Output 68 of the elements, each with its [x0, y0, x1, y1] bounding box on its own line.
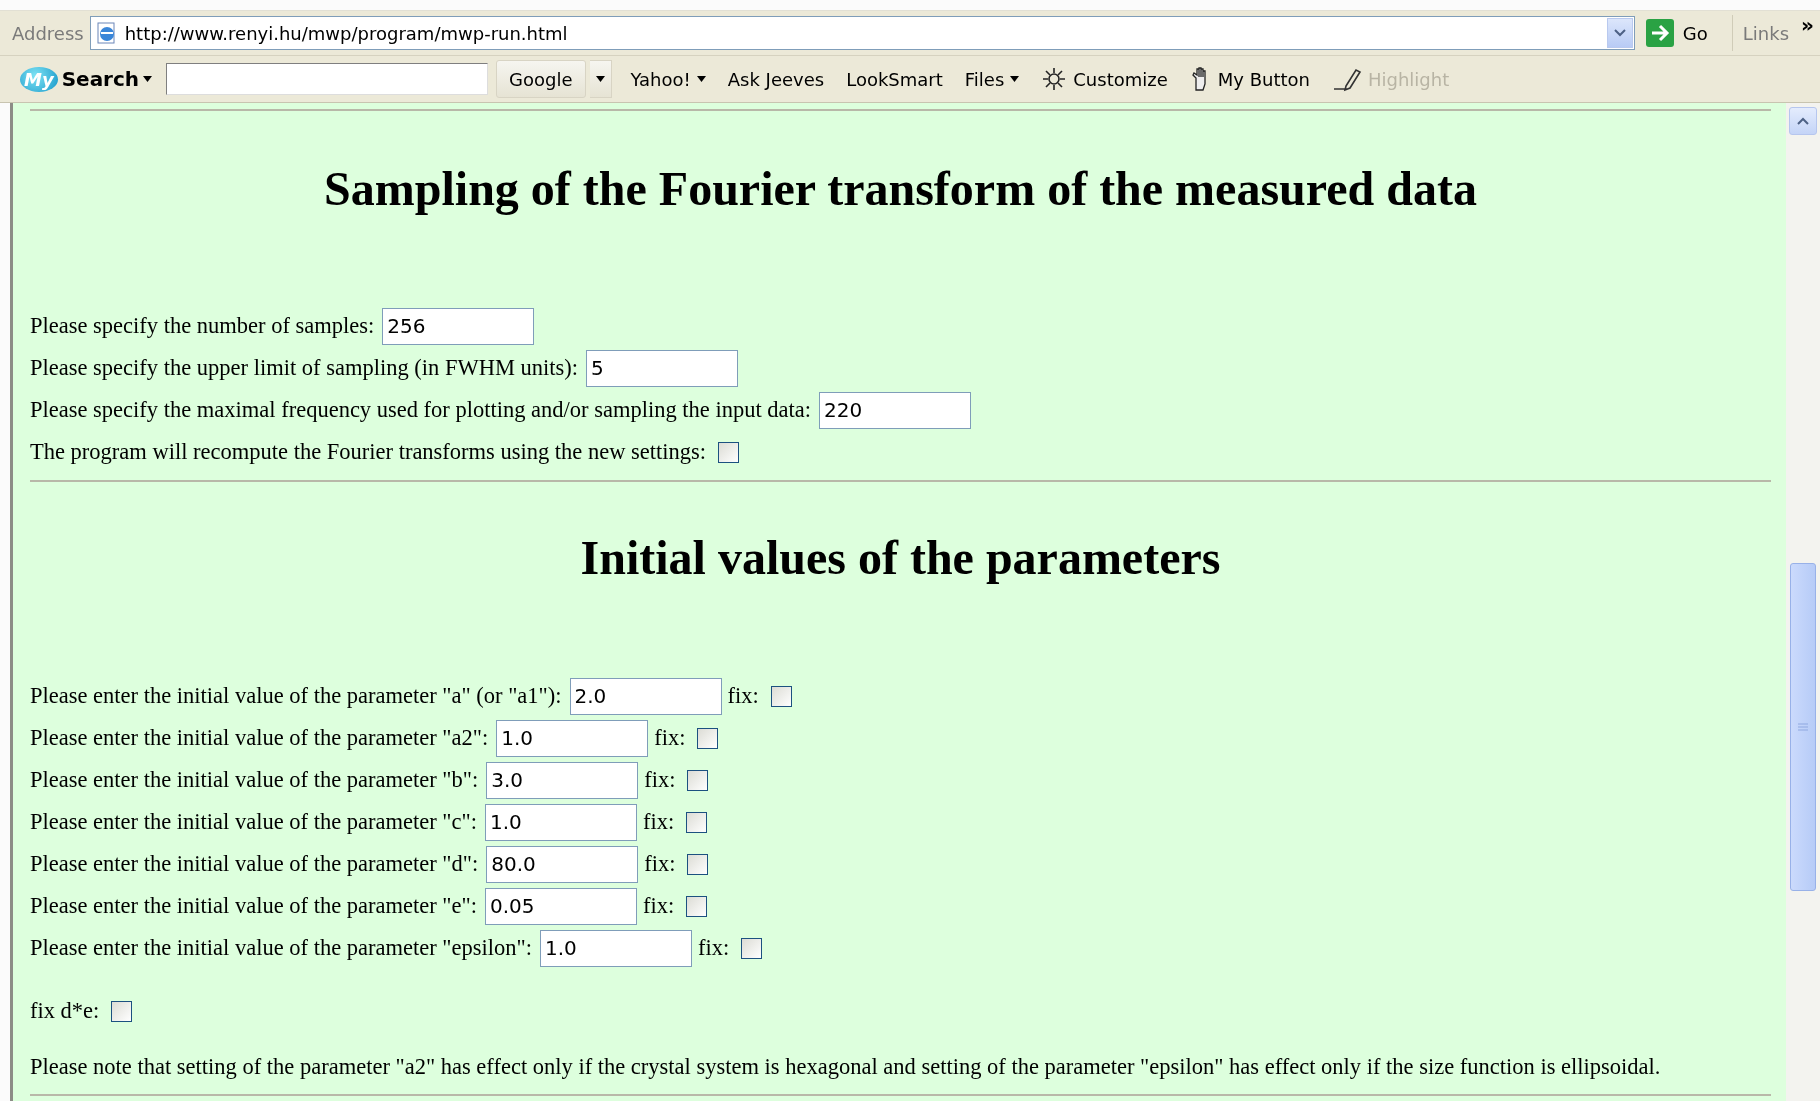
- arrow-right-icon: [1644, 18, 1675, 48]
- field-label: Please enter the initial value of the parameter "a" (or "a1"):: [30, 683, 562, 709]
- scroll-up-button[interactable]: [1789, 107, 1817, 135]
- field-label: Please specify the maximal frequency used for plotting and/or sampling the input data:: [30, 397, 812, 423]
- links-button[interactable]: Links: [1731, 15, 1796, 51]
- field-label: Please specify the number of samples:: [30, 313, 375, 339]
- input-field[interactable]: 0.05: [484, 887, 637, 925]
- search-brand-button[interactable]: My Search: [20, 66, 159, 92]
- field-label: Please enter the initial value of the parameter "b":: [30, 767, 479, 793]
- fix-checkbox[interactable]: [686, 895, 708, 917]
- url-text: http://www.renyi.hu/mwp/program/mwp-run.html: [124, 22, 569, 44]
- fix-label: fix:: [644, 767, 676, 793]
- fix-label: fix:: [697, 935, 730, 961]
- fix-checkbox[interactable]: [111, 1000, 133, 1022]
- input-field[interactable]: 220: [819, 391, 972, 429]
- field-label: Please enter the initial value of the parameter "e":: [30, 893, 477, 919]
- section-heading: Sampling of the Fourier transform of the measured data: [323, 161, 1478, 217]
- fix-checkbox[interactable]: [741, 937, 763, 959]
- fix-label: fix:: [642, 893, 675, 919]
- input-field[interactable]: 2.0: [569, 677, 722, 715]
- fix-label: fix:: [642, 809, 675, 835]
- input-field[interactable]: 1.0: [496, 719, 649, 757]
- gear-icon: [1041, 66, 1068, 92]
- chevron-up-icon: [1797, 117, 1809, 125]
- toolbar-button[interactable]: Customize: [1032, 60, 1177, 98]
- field-label: Please enter the initial value of the parameter "a2":: [30, 725, 489, 751]
- toolbar-menu-button[interactable]: Yahoo!: [621, 60, 715, 98]
- address-label: Address: [12, 22, 84, 44]
- note-text: Please note that setting of the parameter "a2" has effect only if the crystal system is hexagonal and setting of the parameter "epsilon" has effect only if the size function is ellipsoidal.: [30, 1054, 1661, 1080]
- caret-icon: [1010, 76, 1020, 82]
- input-field[interactable]: 1.0: [484, 803, 637, 841]
- fix-checkbox[interactable]: [687, 853, 709, 875]
- input-field[interactable]: 5: [586, 349, 739, 387]
- toolbar-button[interactable]: LookSmart: [837, 60, 952, 98]
- dropdown-button[interactable]: [589, 60, 612, 98]
- pen-icon: [1331, 66, 1362, 92]
- search-field[interactable]: [166, 63, 489, 95]
- more-chevron[interactable]: »: [1801, 13, 1814, 37]
- toolbar-menu-button[interactable]: Files: [955, 60, 1029, 98]
- field-label: The program will recompute the Fourier transforms using the new settings:: [30, 439, 707, 465]
- field-label: Please specify the upper limit of sampling (in FWHM units):: [30, 355, 579, 381]
- fix-label: fix:: [644, 851, 676, 877]
- caret-icon: [595, 76, 605, 82]
- fix-checkbox[interactable]: [687, 769, 709, 791]
- input-field[interactable]: 256: [382, 307, 535, 345]
- fix-checkbox[interactable]: [770, 685, 792, 707]
- field-label: Please enter the initial value of the parameter "epsilon":: [30, 935, 532, 961]
- fix-label: fix d*e:: [30, 998, 100, 1024]
- chevron-down-icon: [1613, 29, 1626, 37]
- toolbar-button[interactable]: Ask Jeeves: [718, 60, 834, 98]
- fix-label: fix:: [727, 683, 759, 709]
- address-field[interactable]: http://www.renyi.hu/mwp/program/mwp-run.html: [89, 16, 1635, 50]
- field-label: Please enter the initial value of the parameter "d":: [30, 851, 479, 877]
- caret-icon: [696, 76, 706, 82]
- input-field[interactable]: 3.0: [486, 761, 639, 799]
- scrollbar-thumb[interactable]: [1790, 563, 1816, 891]
- search-engine-button[interactable]: Google: [496, 60, 586, 98]
- input-field[interactable]: 1.0: [539, 929, 692, 967]
- fix-checkbox[interactable]: [697, 727, 719, 749]
- go-button[interactable]: Go: [1640, 18, 1726, 48]
- toolbar-button[interactable]: My Button: [1180, 60, 1319, 98]
- checkbox[interactable]: [718, 441, 740, 463]
- fix-label: fix:: [654, 725, 686, 751]
- fix-checkbox[interactable]: [686, 811, 708, 833]
- field-label: Please enter the initial value of the parameter "c":: [30, 809, 477, 835]
- caret-icon: [143, 76, 153, 82]
- input-field[interactable]: 80.0: [486, 845, 639, 883]
- section-heading: Initial values of the parameters: [579, 530, 1222, 586]
